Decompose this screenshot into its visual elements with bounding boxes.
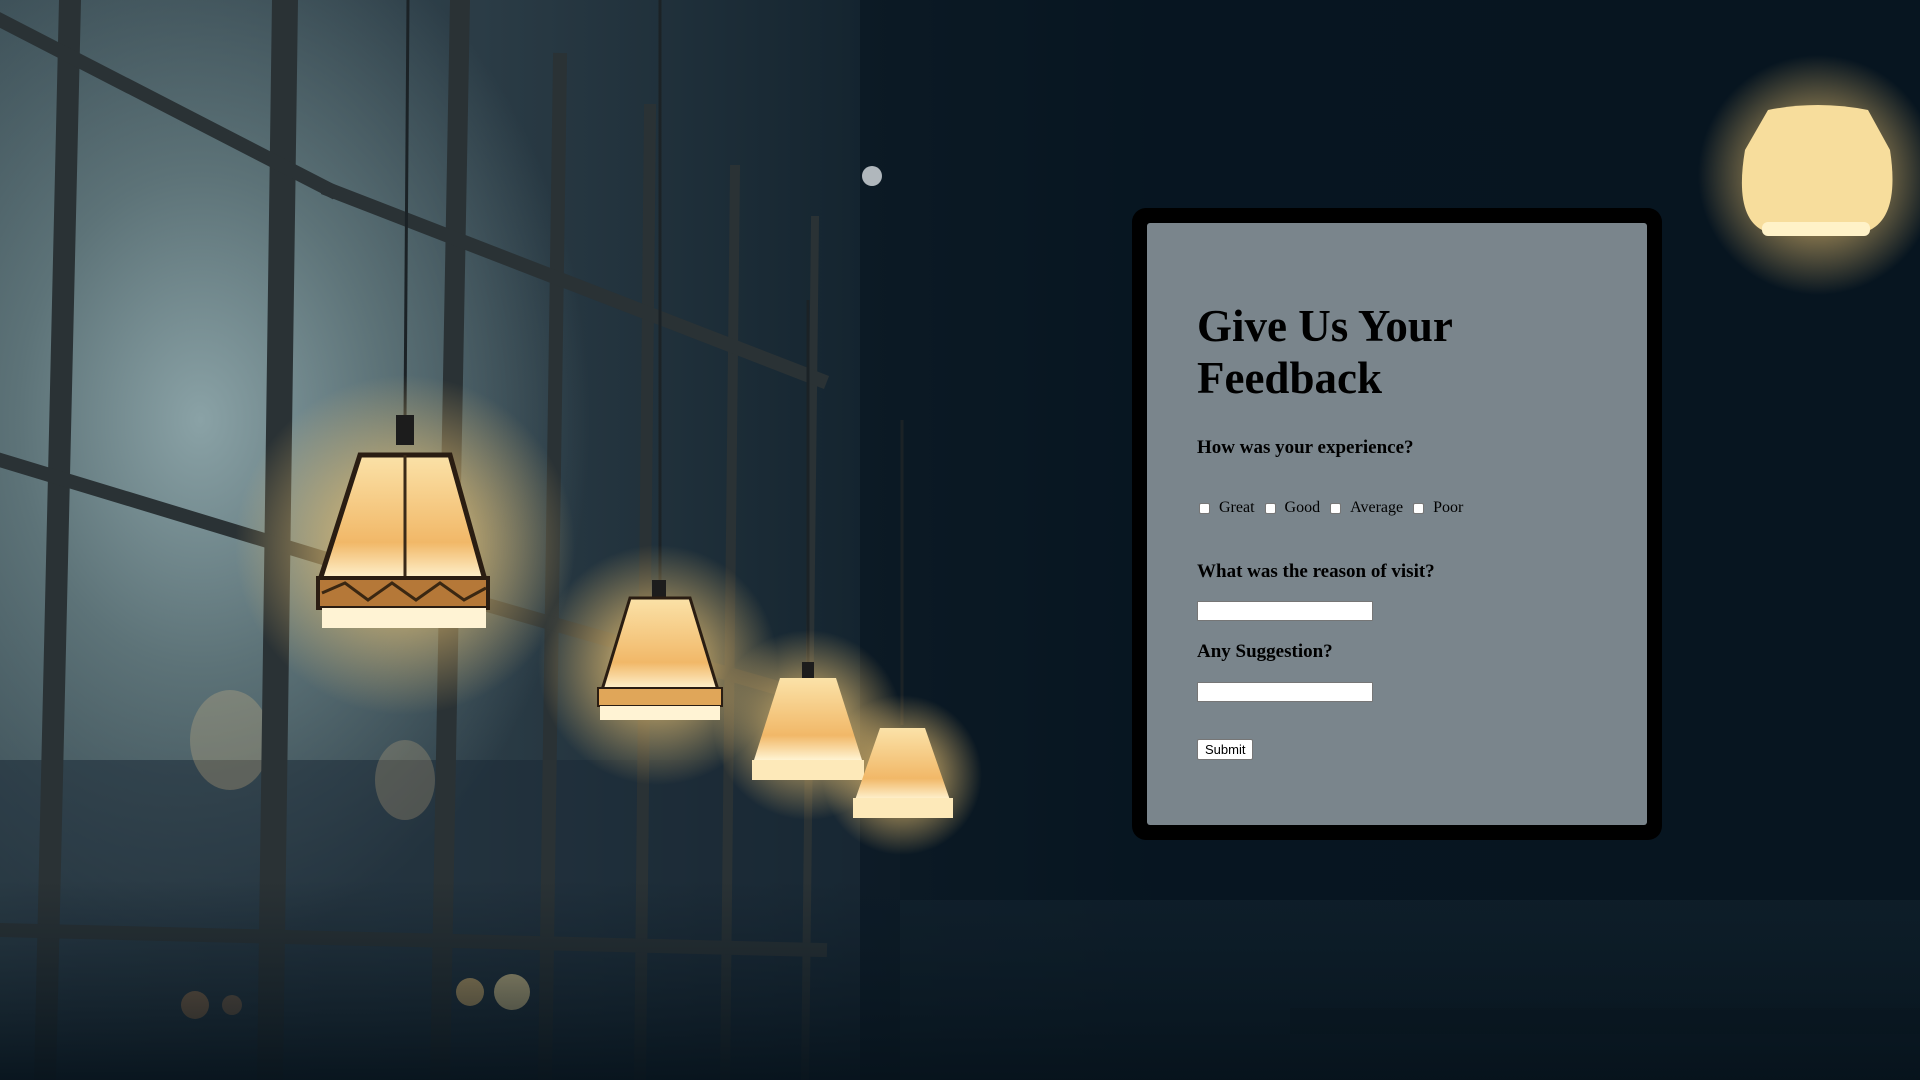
experience-options: Great Good Average Poor: [1199, 499, 1473, 517]
great-checkbox[interactable]: [1199, 502, 1210, 514]
page-title: Give Us Your Feedback: [1197, 301, 1453, 403]
poor-label: Poor: [1433, 499, 1464, 516]
suggestion-question: Any Suggestion?: [1197, 641, 1333, 662]
reason-question: What was the reason of visit?: [1197, 561, 1435, 582]
experience-question: How was your experience?: [1197, 437, 1414, 458]
submit-button[interactable]: Submit: [1197, 739, 1254, 760]
poor-checkbox[interactable]: [1413, 502, 1425, 514]
suggestion-input[interactable]: [1197, 682, 1373, 702]
reason-input[interactable]: [1197, 601, 1373, 621]
average-label: Average: [1350, 499, 1404, 516]
good-label: Good: [1284, 499, 1321, 516]
feedback-card: Give Us Your Feedback How was your exper…: [1147, 223, 1647, 825]
option-poor[interactable]: Poor: [1413, 499, 1463, 517]
option-good[interactable]: Good: [1264, 499, 1321, 517]
option-great[interactable]: Great: [1199, 499, 1255, 517]
average-checkbox[interactable]: [1330, 502, 1342, 514]
good-checkbox[interactable]: [1264, 502, 1276, 514]
feedback-card-frame: Give Us Your Feedback How was your exper…: [1132, 208, 1662, 840]
great-label: Great: [1219, 499, 1255, 516]
lamp-right: [1741, 105, 1893, 236]
option-average[interactable]: Average: [1330, 499, 1403, 517]
